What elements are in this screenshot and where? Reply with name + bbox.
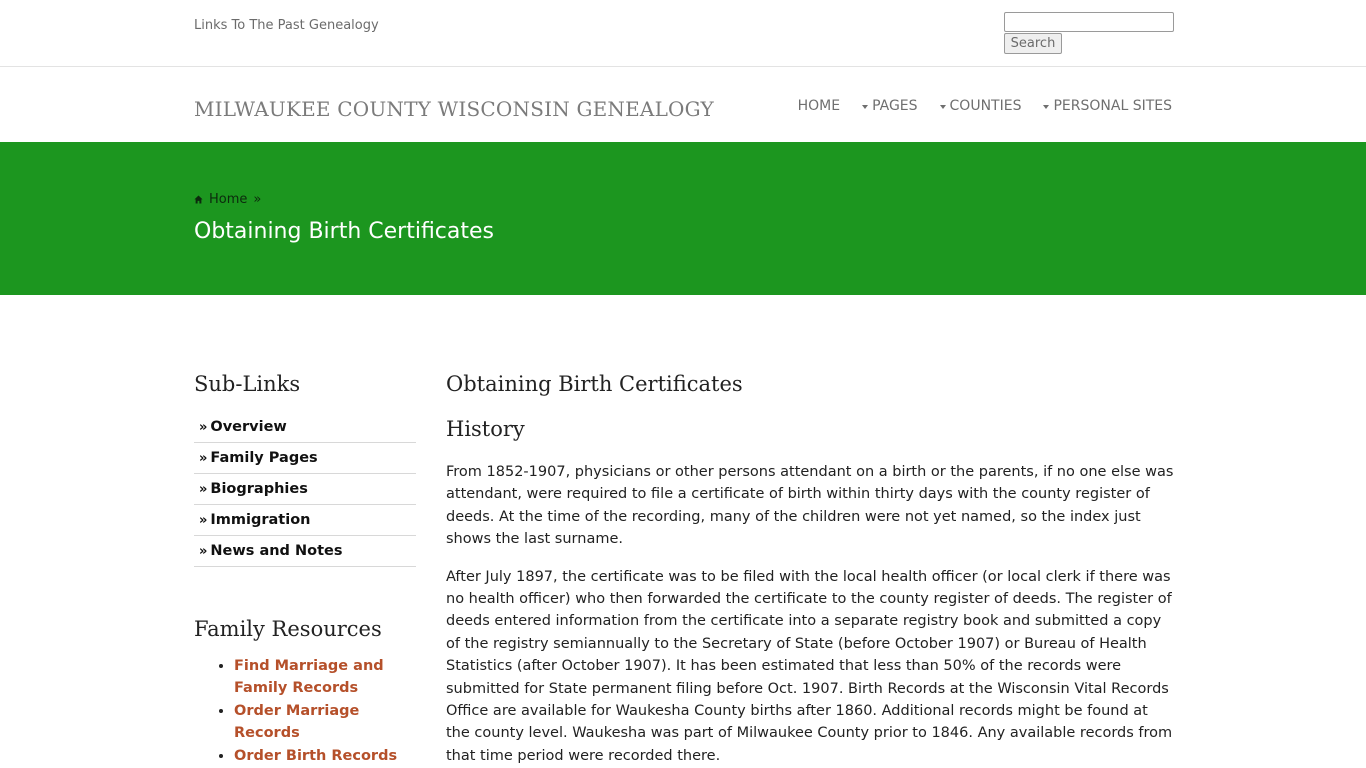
list-item: » Immigration [194, 505, 416, 536]
home-icon [194, 195, 203, 204]
list-item: » News and Notes [194, 536, 416, 567]
site-header: MILWAUKEE COUNTY WISCONSIN GENEALOGY HOM… [0, 67, 1366, 142]
sublink-immigration[interactable]: » Immigration [194, 512, 311, 528]
nav-personal-sites[interactable]: PERSONAL SITES [1043, 98, 1172, 114]
sublink-label: News and Notes [210, 543, 343, 559]
sidebar: Sub-Links » Overview » Family Pages » Biogr… [194, 372, 416, 768]
family-resources-heading: Family Resources [194, 617, 382, 641]
nav-home[interactable]: HOME [798, 98, 840, 114]
article-title: Obtaining Birth Certificates [446, 372, 743, 396]
site-title[interactable]: MILWAUKEE COUNTY WISCONSIN GENEALOGY [194, 97, 714, 121]
nav-pages-label: PAGES [872, 98, 918, 114]
paragraph: From 1852-1907, physicians or other pers… [446, 464, 1174, 548]
family-resources-list: Find Marriage and Family Records Order M… [194, 655, 416, 767]
breadcrumb-home[interactable]: Home [209, 192, 247, 207]
sublink-news-and-notes[interactable]: » News and Notes [194, 543, 342, 559]
sublink-label: Overview [210, 419, 287, 435]
sublink-label: Biographies [210, 481, 308, 497]
sublink-biographies[interactable]: » Biographies [194, 481, 308, 497]
nav-counties[interactable]: COUNTIES [939, 98, 1022, 114]
sublinks-list: » Overview » Family Pages » Biographies » Im… [194, 412, 416, 567]
list-item: » Family Pages [194, 443, 416, 474]
raquo-icon: » [199, 482, 208, 497]
nav-home-label: HOME [797, 98, 841, 114]
raquo-icon: » [199, 451, 208, 466]
list-item: » Overview [194, 412, 416, 443]
resource-find-marriage-records[interactable]: Find Marriage and Family Records [234, 658, 384, 696]
list-item: Order Marriage Records [234, 700, 416, 744]
top-bar: Links To The Past Genealogy Search [0, 0, 1366, 67]
nav-counties-label: COUNTIES [949, 98, 1022, 114]
list-item: Find Marriage and Family Records [234, 655, 416, 699]
page-title: Obtaining Birth Certificates [194, 219, 495, 244]
resource-order-birth-records[interactable]: Order Birth Records [234, 748, 397, 764]
list-item: Order Birth Records [234, 745, 416, 767]
raquo-icon: » [199, 420, 208, 435]
list-item: » Biographies [194, 474, 416, 505]
main-content: Obtaining Birth Certificates History Fro… [446, 372, 1174, 767]
raquo-icon: » [199, 513, 208, 528]
caret-down-icon [862, 105, 869, 109]
sublink-overview[interactable]: » Overview [194, 419, 287, 435]
search-input[interactable] [1004, 12, 1174, 32]
search-button[interactable]: Search [1004, 33, 1062, 54]
page: Links To The Past Genealogy Search MILWA… [0, 0, 1366, 768]
caret-down-icon [1043, 105, 1050, 109]
network-site-link[interactable]: Links To The Past Genealogy [194, 18, 379, 33]
sublink-label: Immigration [210, 512, 311, 528]
section-heading: History [446, 417, 525, 441]
sublinks-heading: Sub-Links [194, 372, 301, 396]
resource-order-marriage-records[interactable]: Order Marriage Records [234, 703, 359, 741]
page-banner: Home » Obtaining Birth Certificates [0, 142, 1366, 295]
breadcrumb: Home » [194, 192, 261, 207]
sublink-label: Family Pages [210, 450, 318, 466]
main-nav: HOME PAGES COUNTIES PERSONAL SITES [776, 98, 1172, 114]
breadcrumb-separator: » [253, 192, 262, 207]
nav-pages[interactable]: PAGES [862, 98, 918, 114]
caret-down-icon [939, 105, 946, 109]
nav-personal-sites-label: PERSONAL SITES [1053, 98, 1172, 114]
raquo-icon: » [199, 544, 208, 559]
paragraph: After July 1897, the certificate was to … [446, 568, 1173, 764]
sublink-family-pages[interactable]: » Family Pages [194, 450, 318, 466]
